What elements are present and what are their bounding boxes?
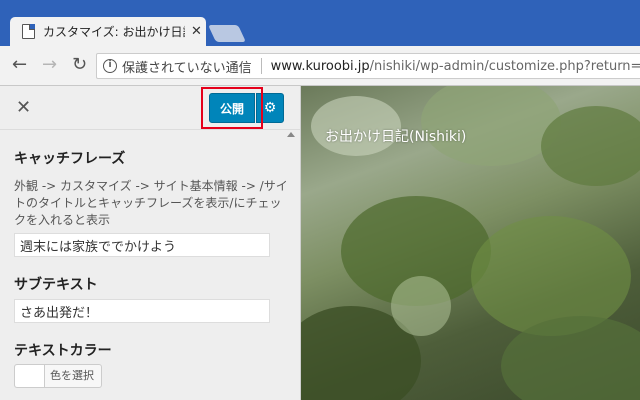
url-host: www.kuroobi.jp [270, 58, 370, 74]
address-separator [260, 58, 262, 74]
browser-tabstrip: カスタマイズ: お出かけ日記(N ✕ [0, 0, 640, 46]
highlight-box [201, 87, 263, 129]
page-icon [22, 24, 35, 39]
new-tab-button[interactable] [208, 25, 246, 42]
color-swatch [15, 365, 45, 387]
customizer-header: ✕ 公開 ⚙ [0, 86, 300, 130]
catchphrase-description: 外観 -> カスタマイズ -> サイト基本情報 -> /サイトのタイトルとキャッ… [14, 179, 288, 227]
site-preview[interactable]: お出かけ日記(Nishiki) [301, 86, 640, 400]
forward-arrow-icon[interactable]: → [42, 55, 57, 75]
close-tab-icon[interactable]: ✕ [191, 24, 202, 39]
browser-tab[interactable]: カスタマイズ: お出かけ日記(N ✕ [10, 17, 206, 46]
color-picker-label: 色を選択 [50, 369, 94, 382]
subtext-heading: サブテキスト [14, 277, 98, 293]
url-text: www.kuroobi.jp/nishiki/wp-admin/customiz… [271, 59, 640, 74]
foliage [391, 276, 451, 336]
back-arrow-icon[interactable]: ← [12, 55, 27, 75]
catchphrase-input[interactable] [14, 233, 270, 257]
reload-icon[interactable]: ↻ [72, 55, 87, 75]
close-icon[interactable]: ✕ [16, 97, 31, 118]
info-icon[interactable]: i [103, 59, 117, 73]
subtext-input[interactable] [14, 299, 270, 323]
tab-title: カスタマイズ: お出かけ日記(N [43, 25, 185, 39]
scroll-up-arrow[interactable] [287, 132, 295, 137]
foliage [541, 106, 640, 186]
catchphrase-heading: キャッチフレーズ [14, 151, 126, 167]
security-status: 保護されていない通信 [122, 60, 252, 76]
site-title[interactable]: お出かけ日記(Nishiki) [325, 126, 466, 146]
color-picker-button[interactable]: 色を選択 [14, 364, 102, 388]
browser-toolbar: ← → ↻ i 保護されていない通信 www.kuroobi.jp/nishik… [0, 46, 640, 86]
text-color-heading: テキストカラー [14, 343, 112, 359]
address-bar[interactable]: i 保護されていない通信 www.kuroobi.jp/nishiki/wp-a… [96, 53, 640, 79]
customizer-panel: ✕ 公開 ⚙ キャッチフレーズ 外観 -> カスタマイズ -> サイト基本情報 … [0, 86, 301, 400]
url-path: /nishiki/wp-admin/customize.php?return=%… [369, 58, 640, 74]
